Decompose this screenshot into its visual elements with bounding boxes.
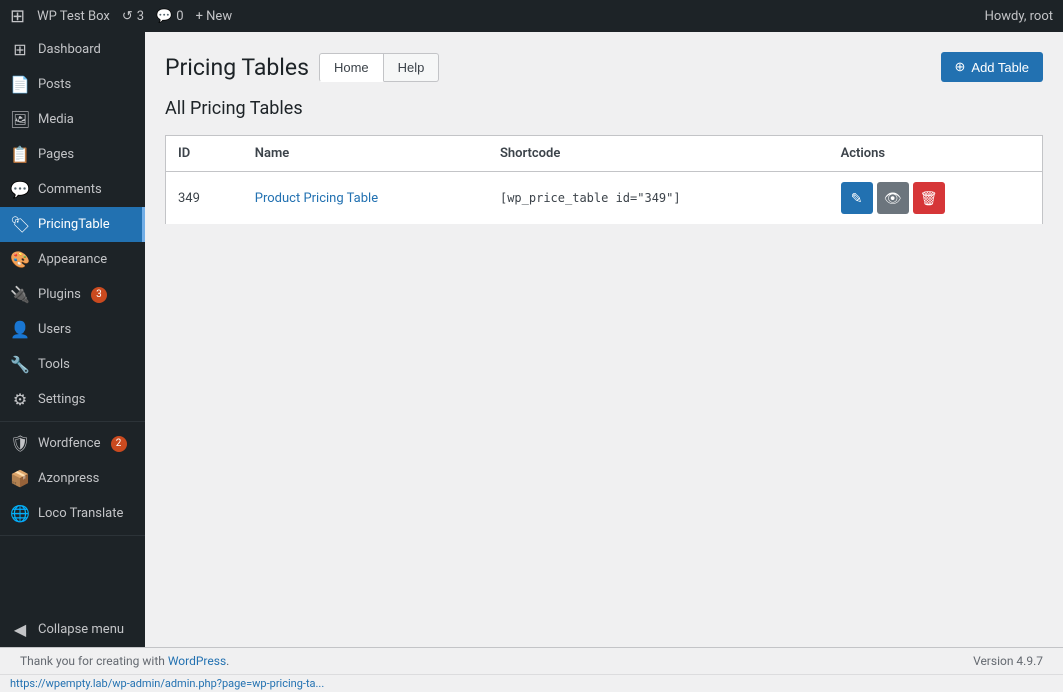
sidebar-item-posts[interactable]: 📄 Posts [0, 67, 145, 102]
appearance-icon: 🎨 [10, 250, 30, 269]
loco-translate-icon: 🌐 [10, 504, 30, 523]
tab-help[interactable]: Help [384, 53, 440, 82]
revisions-item[interactable]: ↺ 3 [122, 9, 144, 24]
wordfence-badge: 2 [111, 436, 127, 452]
sidebar-label-plugins: Plugins [38, 287, 81, 302]
sidebar-item-pricingtable[interactable]: 🏷 PricingTable [0, 207, 145, 242]
collapse-menu-label: Collapse menu [38, 622, 124, 637]
comments-item[interactable]: 💬 0 [156, 9, 184, 24]
collapse-menu-button[interactable]: ◀ Collapse menu [0, 612, 145, 647]
sidebar-item-pages[interactable]: 📋 Pages [0, 137, 145, 172]
tab-nav: Home Help [319, 53, 439, 82]
footer-text: Thank you for creating with WordPress. [20, 654, 229, 668]
sidebar-item-appearance[interactable]: 🎨 Appearance [0, 242, 145, 277]
sidebar-item-tools[interactable]: 🔧 Tools [0, 347, 145, 382]
azonpress-icon: 📦 [10, 469, 30, 488]
col-header-shortcode: Shortcode [488, 136, 829, 172]
users-icon: 👤 [10, 320, 30, 339]
tab-home[interactable]: Home [319, 53, 384, 82]
eye-icon: 👁 [884, 190, 902, 207]
table-header-row: ID Name Shortcode Actions [166, 136, 1043, 172]
settings-icon: ⚙ [10, 390, 30, 409]
delete-button[interactable]: 🗑 [913, 182, 945, 214]
sidebar-item-wordfence[interactable]: 🛡 Wordfence 2 [0, 426, 145, 461]
sidebar-label-posts: Posts [38, 77, 71, 92]
page-header: Pricing Tables Home Help ⊕ Add Table [165, 52, 1043, 82]
edit-icon: ✎ [851, 190, 863, 207]
row-shortcode: [wp_price_table id="349"] [488, 172, 829, 225]
sidebar-label-tools: Tools [38, 357, 70, 372]
pricingtable-icon: 🏷 [10, 215, 30, 234]
sidebar-item-azonpress[interactable]: 📦 Azonpress [0, 461, 145, 496]
sidebar-label-media: Media [38, 112, 74, 127]
add-table-label: Add Table [971, 60, 1029, 75]
sidebar-label-dashboard: Dashboard [38, 42, 101, 57]
sidebar-item-users[interactable]: 👤 Users [0, 312, 145, 347]
row-actions: ✎ 👁 🗑 [829, 172, 1043, 225]
sidebar-label-loco-translate: Loco Translate [38, 506, 123, 521]
sidebar-label-appearance: Appearance [38, 252, 107, 267]
table-row: 349 Product Pricing Table [wp_price_tabl… [166, 172, 1043, 225]
site-name[interactable]: WP Test Box [37, 9, 110, 24]
collapse-icon: ◀ [10, 620, 30, 639]
col-header-id: ID [166, 136, 243, 172]
col-header-actions: Actions [829, 136, 1043, 172]
sidebar-item-media[interactable]: 🖼 Media [0, 102, 145, 137]
wp-logo-icon[interactable]: ⊞ [10, 6, 25, 27]
admin-bar: ⊞ WP Test Box ↺ 3 💬 0 + New Howdy, root [0, 0, 1063, 32]
row-name: Product Pricing Table [243, 172, 488, 225]
add-table-icon: ⊕ [955, 59, 966, 75]
sidebar-label-comments: Comments [38, 182, 102, 197]
wordfence-icon: 🛡 [10, 434, 30, 453]
page-header-left: Pricing Tables Home Help [165, 53, 439, 82]
sidebar-label-settings: Settings [38, 392, 85, 407]
row-id: 349 [166, 172, 243, 225]
dashboard-icon: ⊞ [10, 40, 30, 59]
actions-cell: ✎ 👁 🗑 [841, 182, 1030, 214]
sidebar-item-settings[interactable]: ⚙ Settings [0, 382, 145, 417]
revisions-icon: ↺ [122, 9, 133, 24]
new-item[interactable]: + New [196, 9, 233, 24]
trash-icon: 🗑 [920, 190, 938, 207]
edit-button[interactable]: ✎ [841, 182, 873, 214]
plugins-badge: 3 [91, 287, 107, 303]
sidebar-label-pricingtable: PricingTable [38, 217, 110, 232]
posts-icon: 📄 [10, 75, 30, 94]
sidebar-label-wordfence: Wordfence [38, 436, 101, 451]
sidebar-divider-2 [0, 535, 145, 536]
sidebar-divider [0, 421, 145, 422]
col-header-name: Name [243, 136, 488, 172]
sidebar-label-pages: Pages [38, 147, 74, 162]
sidebar-label-users: Users [38, 322, 71, 337]
sidebar-item-comments[interactable]: 💬 Comments [0, 172, 145, 207]
add-table-button[interactable]: ⊕ Add Table [941, 52, 1044, 82]
version-text: Version 4.9.7 [973, 654, 1043, 668]
sidebar-item-dashboard[interactable]: ⊞ Dashboard [0, 32, 145, 67]
comments-icon: 💬 [156, 9, 172, 24]
howdy-label[interactable]: Howdy, root [985, 9, 1053, 24]
sidebar-item-loco-translate[interactable]: 🌐 Loco Translate [0, 496, 145, 531]
main-content: Pricing Tables Home Help ⊕ Add Table All… [145, 32, 1063, 647]
url-bar: https://wpempty.lab/wp-admin/admin.php?p… [0, 674, 1063, 692]
sidebar-label-azonpress: Azonpress [38, 471, 99, 486]
sidebar: ⊞ Dashboard 📄 Posts 🖼 Media 📋 Pages 💬 Co… [0, 32, 145, 647]
wordpress-link[interactable]: WordPress [168, 654, 226, 668]
sidebar-item-plugins[interactable]: 🔌 Plugins 3 [0, 277, 145, 312]
media-icon: 🖼 [10, 110, 30, 129]
preview-button[interactable]: 👁 [877, 182, 909, 214]
pages-icon: 📋 [10, 145, 30, 164]
pricing-tables-table: ID Name Shortcode Actions 349 Product Pr… [165, 135, 1043, 225]
page-title: Pricing Tables [165, 54, 309, 81]
row-name-link[interactable]: Product Pricing Table [255, 191, 378, 206]
section-title: All Pricing Tables [165, 98, 1043, 119]
layout: ⊞ Dashboard 📄 Posts 🖼 Media 📋 Pages 💬 Co… [0, 32, 1063, 647]
comments-nav-icon: 💬 [10, 180, 30, 199]
tools-icon: 🔧 [10, 355, 30, 374]
plugins-icon: 🔌 [10, 285, 30, 304]
shortcode-text: [wp_price_table id="349"] [500, 191, 681, 205]
wp-footer: Thank you for creating with WordPress. V… [0, 647, 1063, 674]
